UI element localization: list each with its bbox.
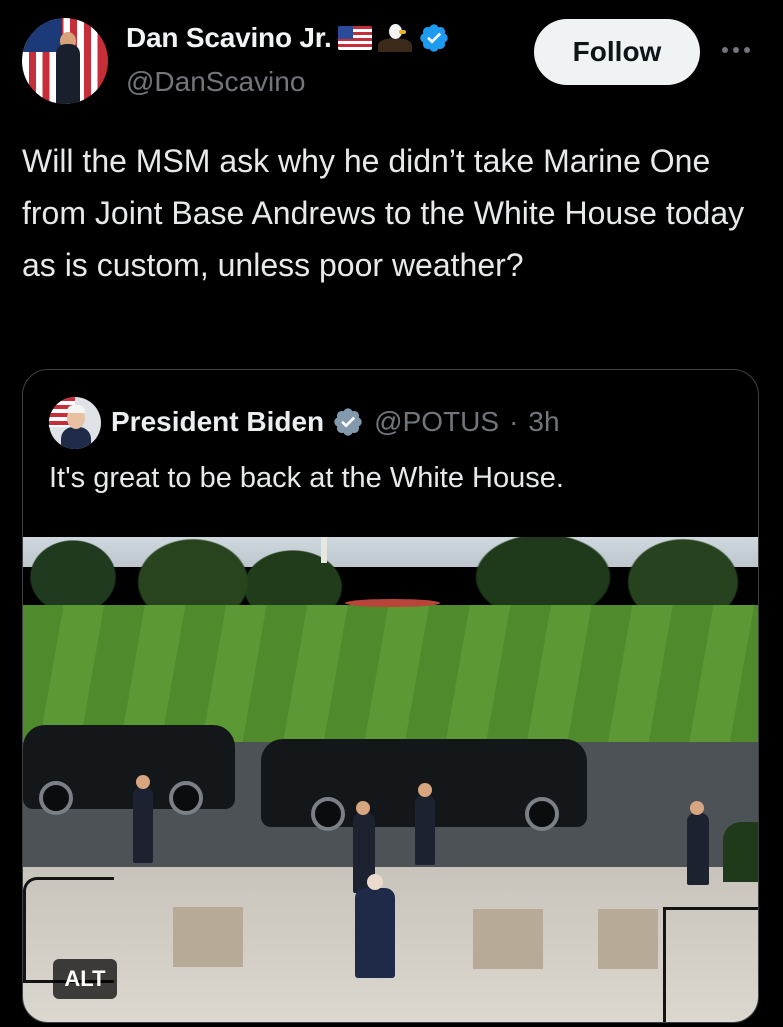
author-name-row: Dan Scavino Jr.: [126, 22, 450, 54]
quoted-tweet-photo[interactable]: ALT: [23, 537, 758, 1022]
eagle-emoji-icon: [377, 24, 412, 52]
us-flag-emoji-icon: [337, 26, 372, 50]
photo-agent: [415, 783, 435, 865]
quoted-tweet-card[interactable]: President Biden @POTUS · 3h It's great t…: [22, 369, 759, 1023]
photo-fountain: [345, 599, 440, 607]
quoted-tweet-text: It's great to be back at the White House…: [49, 462, 564, 494]
author-avatar[interactable]: [22, 18, 108, 104]
quoted-author-row: President Biden @POTUS · 3h: [111, 406, 560, 438]
photo-railing-right: [663, 907, 758, 1022]
government-verified-badge-icon: [334, 408, 362, 436]
tweet-header: Dan Scavino Jr. @DanScavino Follow: [22, 16, 762, 106]
photo-agent: [687, 801, 709, 885]
photo-agent: [133, 775, 153, 863]
dot-separator: ·: [509, 406, 519, 437]
quoted-tweet-time[interactable]: 3h: [528, 406, 559, 438]
more-options-icon[interactable]: [722, 40, 762, 60]
photo-suv: [23, 725, 235, 815]
photo-stone-slab: [173, 907, 243, 967]
quoted-author-avatar[interactable]: [49, 397, 101, 449]
verified-badge-icon: [419, 24, 448, 52]
photo-hedge: [723, 822, 758, 882]
photo-president: [355, 874, 395, 978]
photo-stone-slab: [598, 909, 658, 969]
alt-text-badge[interactable]: ALT: [53, 959, 117, 999]
quoted-author-handle[interactable]: @POTUS: [374, 406, 499, 438]
follow-button[interactable]: Follow: [534, 19, 700, 85]
author-display-name[interactable]: Dan Scavino Jr.: [126, 22, 332, 54]
photo-monument: [321, 537, 327, 563]
photo-stone-slab: [473, 909, 543, 969]
quoted-author-display-name[interactable]: President Biden: [111, 406, 324, 438]
author-handle[interactable]: @DanScavino: [126, 66, 305, 98]
tweet-text: Will the MSM ask why he didn’t take Mari…: [22, 143, 745, 283]
